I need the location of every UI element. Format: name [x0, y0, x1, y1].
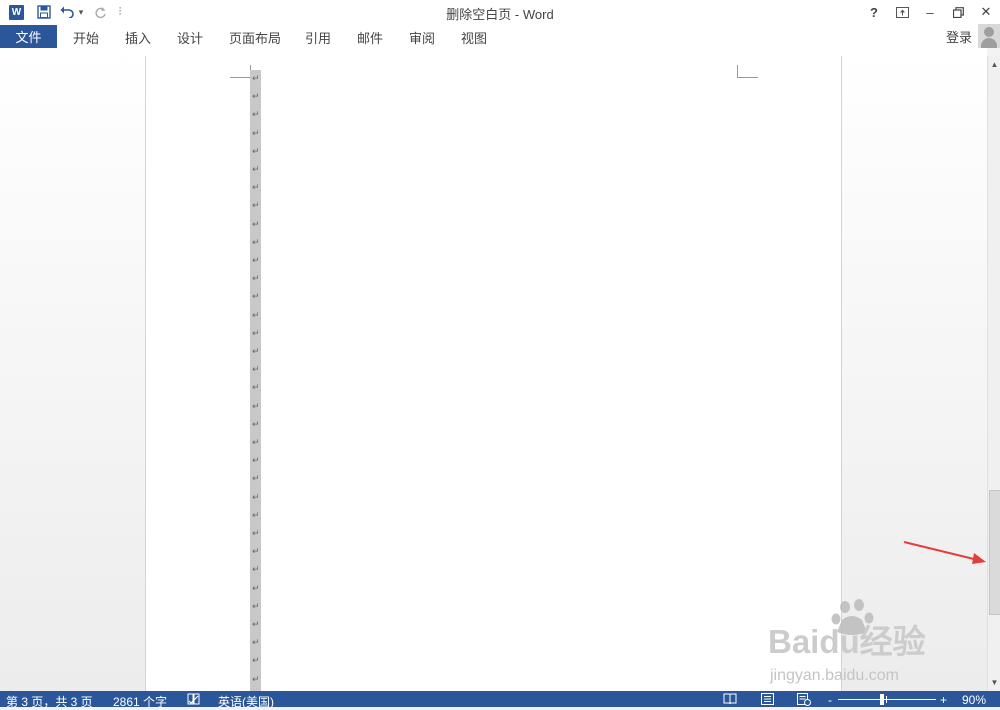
zoom-slider-center-tick [886, 696, 887, 703]
tab-layout[interactable]: 页面布局 [229, 28, 281, 47]
ribbon-display-icon[interactable] [888, 0, 916, 24]
restore-icon[interactable] [944, 0, 972, 24]
paragraph-mark: ↵ [252, 291, 260, 302]
paragraph-mark: ↵ [252, 437, 260, 447]
paragraph-mark: ↵ [252, 600, 260, 611]
avatar[interactable] [978, 24, 1000, 48]
paragraph-mark: ↵ [252, 200, 260, 211]
paragraph-mark: ↵ [252, 145, 260, 156]
watermark-url: jingyan.baidu.com [769, 667, 899, 684]
paragraph-mark: ↵ [252, 182, 260, 193]
tab-view[interactable]: 视图 [461, 28, 487, 47]
paragraph-mark: ↵ [252, 400, 260, 411]
close-button[interactable]: ✕ [972, 0, 1000, 24]
zoom-slider-track[interactable] [838, 699, 936, 700]
paragraph-mark: ↵ [252, 109, 260, 120]
document-area: ↵ ↵ ↵ ↵ ↵ ↵ ↵ ↵ ↵ ↵ ↵ ↵ ↵ ↵ ↵ ↵ ↵ ↵ ↵ ↵ ↵ ↵ ↵ ↵ ↵ ↵ ↵ ↵ ↵ ↵ ↵ ↵ ↵ ↵ [0, 48, 987, 700]
paragraph-mark: ↵ [252, 491, 260, 502]
paragraph-mark: ↵ [252, 127, 260, 138]
print-layout-icon[interactable] [760, 692, 774, 706]
paragraph-mark: ↵ [252, 528, 260, 538]
vertical-scrollbar[interactable]: ▲ ▼ [987, 56, 1000, 691]
paragraph-mark: ↵ [252, 473, 260, 484]
tab-mailings[interactable]: 邮件 [357, 28, 383, 47]
paragraph-mark: ↵ [252, 637, 260, 648]
document-page[interactable]: ↵ ↵ ↵ ↵ ↵ ↵ ↵ ↵ ↵ ↵ ↵ ↵ ↵ ↵ ↵ ↵ ↵ ↵ ↵ ↵ ↵ ↵ ↵ ↵ ↵ ↵ ↵ ↵ ↵ ↵ ↵ ↵ ↵ ↵ [145, 56, 842, 700]
window-title: 删除空白页 - Word [446, 7, 554, 22]
baidu-watermark: Baidu经验 jingyan.baidu.com [766, 598, 951, 693]
paragraph-mark: ↵ [252, 655, 260, 666]
paragraph-mark: ↵ [252, 546, 260, 557]
paragraph-mark: ↵ [252, 218, 260, 229]
zoom-out-button[interactable]: - [828, 693, 832, 707]
paragraph-mark: ↵ [252, 309, 260, 320]
minimize-button[interactable]: – [916, 0, 944, 24]
paragraph-mark: ↵ [252, 564, 260, 575]
scrollbar-thumb[interactable] [989, 490, 1000, 615]
paragraph-mark: ↵ [252, 273, 260, 284]
word-count[interactable]: 2861 个字 [113, 693, 167, 710]
paragraph-mark: ↵ [252, 236, 260, 247]
zoom-in-button[interactable]: + [940, 693, 947, 707]
zoom-level[interactable]: 90% [962, 693, 986, 707]
tab-references[interactable]: 引用 [305, 28, 331, 47]
scroll-down-button[interactable]: ▼ [989, 676, 1000, 689]
status-bar: 第 3 页，共 3 页 2861 个字 英语(美国) - + 90% [0, 691, 1000, 710]
proofing-icon[interactable] [186, 692, 200, 706]
scroll-up-button[interactable]: ▲ [989, 58, 1000, 71]
ribbon-tabs: 文件 开始 插入 设计 页面布局 引用 邮件 审阅 视图 登录 [0, 24, 1000, 48]
paragraph-mark: ↵ [252, 73, 260, 83]
web-layout-icon[interactable] [797, 692, 811, 706]
margin-corner-top-right [737, 65, 758, 78]
login-link[interactable]: 登录 [946, 27, 972, 46]
page-count[interactable]: 第 3 页，共 3 页 [6, 693, 93, 710]
paragraph-mark: ↵ [252, 346, 260, 356]
selected-paragraph-marks[interactable]: ↵ ↵ ↵ ↵ ↵ ↵ ↵ ↵ ↵ ↵ ↵ ↵ ↵ ↵ ↵ ↵ ↵ ↵ ↵ ↵ ↵ ↵ ↵ ↵ ↵ ↵ ↵ ↵ ↵ ↵ ↵ ↵ ↵ ↵ [250, 70, 261, 700]
tab-design[interactable]: 设计 [177, 28, 203, 47]
paragraph-mark: ↵ [252, 455, 260, 466]
paragraph-mark: ↵ [252, 509, 260, 520]
tab-home[interactable]: 开始 [73, 28, 99, 47]
title-bar: W ▾ ⫶ 删除空白页 - Word ? – ✕ [0, 0, 1000, 24]
paragraph-mark: ↵ [252, 619, 260, 629]
paragraph-mark: ↵ [252, 582, 260, 593]
tab-insert[interactable]: 插入 [125, 28, 151, 47]
tab-file[interactable]: 文件 [0, 25, 57, 48]
annotation-arrow-icon [903, 541, 986, 564]
watermark-brand: Baidu经验 [768, 623, 926, 660]
paragraph-mark: ↵ [252, 418, 260, 429]
paragraph-mark: ↵ [252, 164, 260, 174]
paragraph-mark: ↵ [252, 382, 260, 393]
language-indicator[interactable]: 英语(美国) [218, 693, 274, 710]
paragraph-mark: ↵ [252, 327, 260, 338]
margin-corner-top-left [230, 65, 251, 78]
paragraph-mark: ↵ [252, 673, 260, 684]
zoom-slider-handle[interactable] [880, 694, 884, 705]
help-button[interactable]: ? [860, 0, 888, 24]
paragraph-mark: ↵ [252, 255, 260, 265]
paragraph-mark: ↵ [252, 364, 260, 375]
tab-review[interactable]: 审阅 [409, 28, 435, 47]
window-controls: ? – ✕ [860, 0, 1000, 24]
read-mode-icon[interactable] [723, 692, 737, 706]
paragraph-mark: ↵ [252, 91, 260, 102]
